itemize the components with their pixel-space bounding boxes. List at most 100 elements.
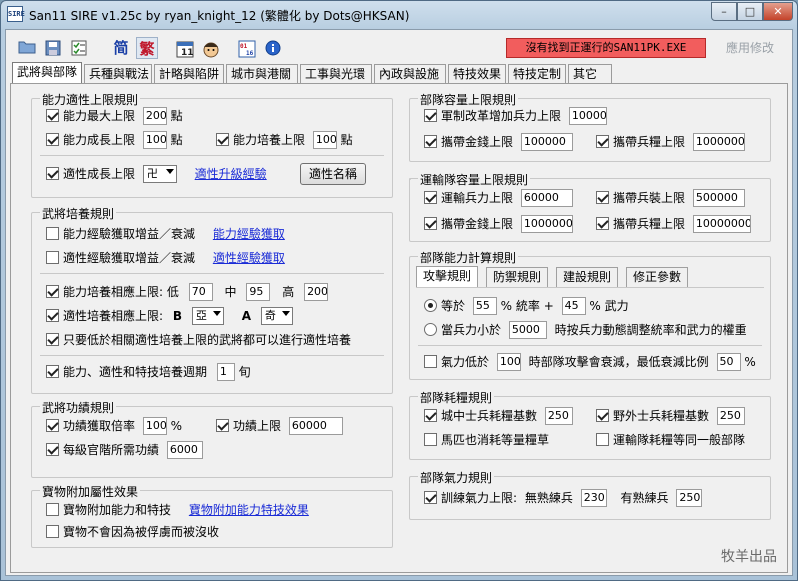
cultivate-group-title: 武將培養規則	[40, 205, 117, 222]
train-cycle-input[interactable]: 1	[216, 363, 235, 381]
transport-consume-checkbox[interactable]	[596, 433, 609, 446]
tab-general-and-unit[interactable]: 武將與部隊	[12, 62, 82, 85]
morale-decay-checkbox[interactable]	[424, 355, 437, 368]
transport-food-checkbox[interactable]	[596, 217, 609, 230]
tab-troops-and-tactics[interactable]: 兵種與戰法	[84, 64, 152, 84]
hex-converter-icon[interactable]: 01 16	[236, 37, 258, 59]
tab-works-and-aura[interactable]: 工事與光環	[300, 64, 372, 84]
transport-gold-checkbox[interactable]	[424, 217, 437, 230]
transport-troops-input[interactable]: 60000	[520, 189, 573, 207]
svg-text:01: 01	[240, 43, 248, 50]
train-ability-input[interactable]: 100	[312, 131, 337, 149]
below-cap-checkbox[interactable]	[46, 333, 59, 346]
city-food-checkbox[interactable]	[424, 409, 437, 422]
war-pct-input[interactable]: 45	[561, 297, 586, 315]
b-apt-select[interactable]: 亞	[191, 307, 224, 325]
transport-equip-input[interactable]: 500000	[692, 189, 745, 207]
train-ability-checkbox[interactable]	[216, 133, 229, 146]
tab-schemes-and-traps[interactable]: 計略與陷阱	[154, 64, 224, 84]
rank-merit-checkbox[interactable]	[46, 443, 59, 456]
tab-cities-and-ports[interactable]: 城市與港關	[226, 64, 298, 84]
subtab-build[interactable]: 建設規則	[556, 267, 619, 287]
merit-rate-input[interactable]: 100	[142, 417, 167, 435]
skilled-morale-input[interactable]: 250	[676, 489, 703, 507]
city-food-input[interactable]: 250	[544, 407, 573, 425]
carry-gold-input[interactable]: 100000	[520, 133, 573, 151]
treasure-attr-checkbox[interactable]	[46, 503, 59, 516]
apt-growth-checkbox[interactable]	[46, 167, 59, 180]
transport-food-input[interactable]: 10000000	[692, 215, 751, 233]
ability-exp-checkbox[interactable]	[46, 227, 59, 240]
transport-troops-checkbox[interactable]	[424, 191, 437, 204]
max-ability-checkbox[interactable]	[46, 109, 59, 122]
maximize-button[interactable]: □	[737, 2, 763, 21]
ability-exp-link[interactable]: 能力經驗獲取	[213, 227, 285, 241]
morale-group-title: 部隊氣力規則	[418, 469, 495, 486]
tab-misc[interactable]: 其它	[568, 64, 612, 84]
carry-food-input[interactable]: 1000000	[692, 133, 745, 151]
transport-equip-checkbox[interactable]	[596, 191, 609, 204]
ability-train-cap-checkbox[interactable]	[46, 285, 59, 298]
train-morale-checkbox[interactable]	[424, 491, 437, 504]
transport-food-row: 攜帶兵糧上限 10000000	[596, 215, 751, 233]
watermark: 牧羊出品	[721, 549, 777, 565]
treasure-effect-link[interactable]: 寶物附加能力特技效果	[189, 503, 309, 517]
merit-cap-input[interactable]: 60000	[288, 417, 343, 435]
checklist-icon[interactable]	[68, 37, 90, 59]
treasure-keep-checkbox[interactable]	[46, 525, 59, 538]
a-apt-select[interactable]: 奇	[260, 307, 293, 325]
traditional-chinese-button[interactable]: 繁	[136, 37, 158, 59]
apt-name-button[interactable]: 適性名稱	[300, 163, 366, 185]
tab-affairs-and-facilities[interactable]: 內政與設施	[374, 64, 446, 84]
mid-cap-input[interactable]: 95	[246, 283, 271, 301]
merit-cap-checkbox[interactable]	[216, 419, 229, 432]
general-face-icon[interactable]	[200, 37, 222, 59]
min-decay-input[interactable]: 50	[716, 353, 741, 371]
low-cap-input[interactable]: 70	[188, 283, 213, 301]
subtab-attack[interactable]: 攻擊規則	[416, 266, 479, 287]
save-icon[interactable]	[42, 37, 64, 59]
subtab-modifier[interactable]: 修正參數	[626, 267, 689, 287]
morale-decay-row: 氣力低於 100 時部隊攻擊會衰減，最低衰減比例 50 %	[424, 353, 756, 371]
unskilled-morale-input[interactable]: 230	[580, 489, 607, 507]
growth-ability-checkbox[interactable]	[46, 133, 59, 146]
dynamic-troops-input[interactable]: 5000	[508, 321, 547, 339]
reform-input[interactable]: 10000	[568, 107, 607, 125]
apt-growth-select[interactable]: 卍	[142, 165, 177, 183]
apt-upgrade-exp-link[interactable]: 適性升級經驗	[195, 167, 267, 181]
apt-exp-checkbox[interactable]	[46, 251, 59, 264]
apply-changes-button[interactable]: 應用修改	[712, 38, 788, 58]
subtab-defense[interactable]: 防禦規則	[486, 267, 549, 287]
close-button[interactable]: ✕	[763, 2, 793, 21]
train-cycle-checkbox[interactable]	[46, 365, 59, 378]
apt-train-cap-checkbox[interactable]	[46, 309, 59, 322]
field-food-checkbox[interactable]	[596, 409, 609, 422]
dynamic-radio[interactable]	[424, 323, 437, 336]
field-food-input[interactable]: 250	[716, 407, 745, 425]
formula-radio[interactable]	[424, 299, 437, 312]
dynamic-row: 當兵力小於 5000 時按兵力動態調整統率和武力的權重	[424, 321, 747, 339]
carry-food-checkbox[interactable]	[596, 135, 609, 148]
info-icon[interactable]	[262, 37, 284, 59]
growth-ability-input[interactable]: 100	[142, 131, 167, 149]
rank-merit-input[interactable]: 6000	[166, 441, 203, 459]
transport-gold-input[interactable]: 1000000	[520, 215, 573, 233]
calc-subtabs: 攻擊規則 防禦規則 建設規則 修正參數	[416, 266, 716, 287]
merit-rate-checkbox[interactable]	[46, 419, 59, 432]
apt-exp-link[interactable]: 適性經驗獲取	[213, 251, 285, 265]
max-ability-input[interactable]: 200	[142, 107, 167, 125]
minimize-button[interactable]: –	[711, 2, 737, 21]
horse-food-checkbox[interactable]	[424, 433, 437, 446]
lead-pct-input[interactable]: 55	[472, 297, 497, 315]
high-cap-input[interactable]: 200	[304, 283, 329, 301]
reform-checkbox[interactable]	[424, 109, 437, 122]
tab-skill-effects[interactable]: 特技效果	[448, 64, 506, 84]
calendar-icon[interactable]: 11	[174, 37, 196, 59]
carry-gold-checkbox[interactable]	[424, 135, 437, 148]
open-folder-icon[interactable]	[16, 37, 38, 59]
morale-threshold-input[interactable]: 100	[496, 353, 521, 371]
carry-food-row: 攜帶兵糧上限 1000000	[596, 133, 745, 151]
tab-skill-customize[interactable]: 特技定制	[508, 64, 566, 84]
simplified-chinese-button[interactable]: 简	[110, 37, 132, 59]
svg-text:11: 11	[181, 48, 194, 58]
